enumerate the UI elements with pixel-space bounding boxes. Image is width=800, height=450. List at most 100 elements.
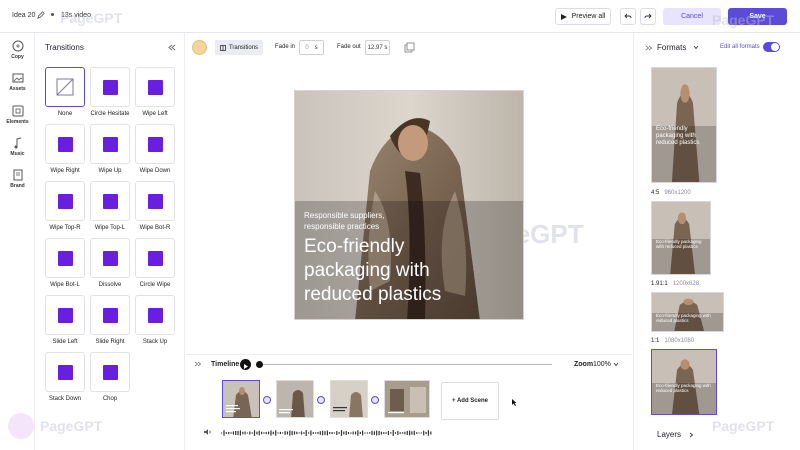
layers-chevron-icon[interactable] <box>689 432 694 438</box>
waveform-bar <box>303 432 305 434</box>
waveform-bar <box>296 431 298 435</box>
play-button[interactable] <box>240 359 251 370</box>
redo-button[interactable] <box>640 8 656 25</box>
waveform-bar <box>308 432 310 434</box>
fade-in-value: 0 <box>305 44 309 51</box>
format-preview-headline: Eco-friendly packaging with reduced plas… <box>656 126 700 146</box>
transition-tile-circle-wipe[interactable] <box>135 238 175 278</box>
scene-canvas[interactable]: Responsible suppliers, responsible pract… <box>294 90 524 320</box>
edit-all-formats-toggle[interactable] <box>763 42 780 52</box>
transition-tile-wipe-down[interactable] <box>135 124 175 164</box>
transition-preview-icon <box>58 137 73 152</box>
scene-thumbnail-1[interactable] <box>222 380 260 418</box>
transition-preview-icon <box>148 137 163 152</box>
waveform-bar <box>418 432 420 434</box>
transition-marker-3[interactable] <box>371 396 379 404</box>
rail-elements[interactable]: Elements <box>0 105 35 125</box>
transition-tile-wipe-bot-l[interactable] <box>45 238 85 278</box>
rail-music[interactable]: Music <box>0 137 35 157</box>
edit-pencil-icon[interactable] <box>37 11 45 19</box>
transition-tile-none[interactable] <box>45 67 85 107</box>
volume-icon[interactable] <box>203 428 212 436</box>
copy-to-formats-icon[interactable] <box>404 42 415 53</box>
transition-preview-icon <box>148 308 163 323</box>
scene-thumbnail-image <box>223 381 259 417</box>
transition-tile-stack-down[interactable] <box>45 352 85 392</box>
waveform-bar <box>413 430 415 436</box>
scene-thumbnail-2[interactable] <box>276 380 314 418</box>
waveform-bar <box>399 432 401 434</box>
scrubber-handle[interactable] <box>256 361 263 368</box>
scene-headline[interactable]: Eco-friendly packaging with reduced plas… <box>304 235 484 306</box>
waveform-bar <box>336 431 338 435</box>
transition-tile-wipe-top-l[interactable] <box>90 181 130 221</box>
waveform-bar <box>350 432 352 434</box>
waveform-bar <box>324 431 326 435</box>
zoom-value[interactable]: 100% <box>593 361 611 368</box>
transition-label: Wipe Bot-R <box>139 225 171 231</box>
transition-tile-slide-right[interactable] <box>90 295 130 335</box>
transition-tile-dissolve[interactable] <box>90 238 130 278</box>
rail-assets[interactable]: Assets <box>0 72 35 92</box>
waveform-bar <box>366 432 368 434</box>
format-preview-1[interactable]: Eco-friendly packaging with reduced plas… <box>651 67 717 183</box>
audio-waveform[interactable] <box>221 427 433 439</box>
rail-brand[interactable]: Brand <box>0 169 35 189</box>
transition-marker-1[interactable] <box>263 396 271 404</box>
transition-tile-stack-up[interactable] <box>135 295 175 335</box>
waveform-bar <box>319 431 321 435</box>
rail-copy[interactable]: Copy <box>0 40 35 60</box>
format-ratio: 1.91:1 <box>651 281 668 287</box>
waveform-bar <box>420 432 422 434</box>
background-color-swatch[interactable] <box>192 40 207 55</box>
transition-tile-slide-left[interactable] <box>45 295 85 335</box>
elements-icon <box>12 105 23 117</box>
transition-tile-wipe-left[interactable] <box>135 67 175 107</box>
undo-button[interactable] <box>620 8 636 25</box>
waveform-bar <box>425 431 427 435</box>
fade-in-label: Fade in <box>275 44 296 50</box>
brand-book-icon <box>13 169 22 181</box>
waveform-bar <box>416 432 418 434</box>
fade-out-field[interactable]: 12.97 s <box>365 40 390 55</box>
transition-preview-icon <box>103 365 118 380</box>
scene-thumbnail-3[interactable] <box>330 380 368 418</box>
zoom-chevron-icon[interactable] <box>613 362 619 367</box>
transitions-toggle-button[interactable]: Transitions <box>215 40 263 55</box>
format-preview-2[interactable]: Eco-friendly packaging with reduced plas… <box>651 201 711 275</box>
transitions-icon <box>220 44 226 51</box>
editor-toolbar: Transitions Fade in 0 s Fade out 12.97 s <box>186 33 632 61</box>
formats-chevron-icon[interactable] <box>693 45 699 50</box>
edit-all-formats-label: Edit all formats <box>720 44 760 50</box>
transition-tile-circle-hesitate[interactable] <box>90 67 130 107</box>
scene-subtitle[interactable]: Responsible suppliers, responsible pract… <box>304 210 424 232</box>
transition-preview-icon <box>58 251 73 266</box>
transition-tile-wipe-up[interactable] <box>90 124 130 164</box>
format-preview-4[interactable]: Eco-friendly packaging with reduced plas… <box>651 349 717 415</box>
collapse-panel-icon[interactable] <box>168 44 176 51</box>
transition-tile-wipe-top-r[interactable] <box>45 181 85 221</box>
waveform-bar <box>362 430 364 436</box>
waveform-bar <box>223 430 225 436</box>
project-name[interactable]: Idea 20 <box>12 12 35 19</box>
layers-label[interactable]: Layers <box>657 430 681 439</box>
collapse-timeline-icon[interactable] <box>194 361 201 367</box>
scrubber-track[interactable] <box>256 364 552 365</box>
expand-panel-icon[interactable] <box>645 45 652 51</box>
watermark-bottom-left: PageGPT <box>40 418 103 434</box>
waveform-bar <box>315 432 317 434</box>
waveform-bar <box>275 430 277 436</box>
preview-all-button[interactable]: Preview all <box>555 8 611 25</box>
scene-thumbnail-4[interactable] <box>384 380 430 418</box>
waveform-bar <box>359 431 361 434</box>
transition-tile-wipe-bot-r[interactable] <box>135 181 175 221</box>
fade-in-field[interactable]: 0 s <box>299 40 324 55</box>
add-scene-button[interactable]: + Add Scene <box>441 382 499 420</box>
transition-tile-chop[interactable] <box>90 352 130 392</box>
waveform-bar <box>268 431 270 435</box>
waveform-bar <box>291 430 293 436</box>
format-preview-3[interactable]: Eco-friendly packaging with reduced plas… <box>651 292 724 332</box>
transition-tile-wipe-right[interactable] <box>45 124 85 164</box>
left-rail: Copy Assets Elements Music Brand <box>0 33 35 450</box>
transition-marker-2[interactable] <box>317 396 325 404</box>
